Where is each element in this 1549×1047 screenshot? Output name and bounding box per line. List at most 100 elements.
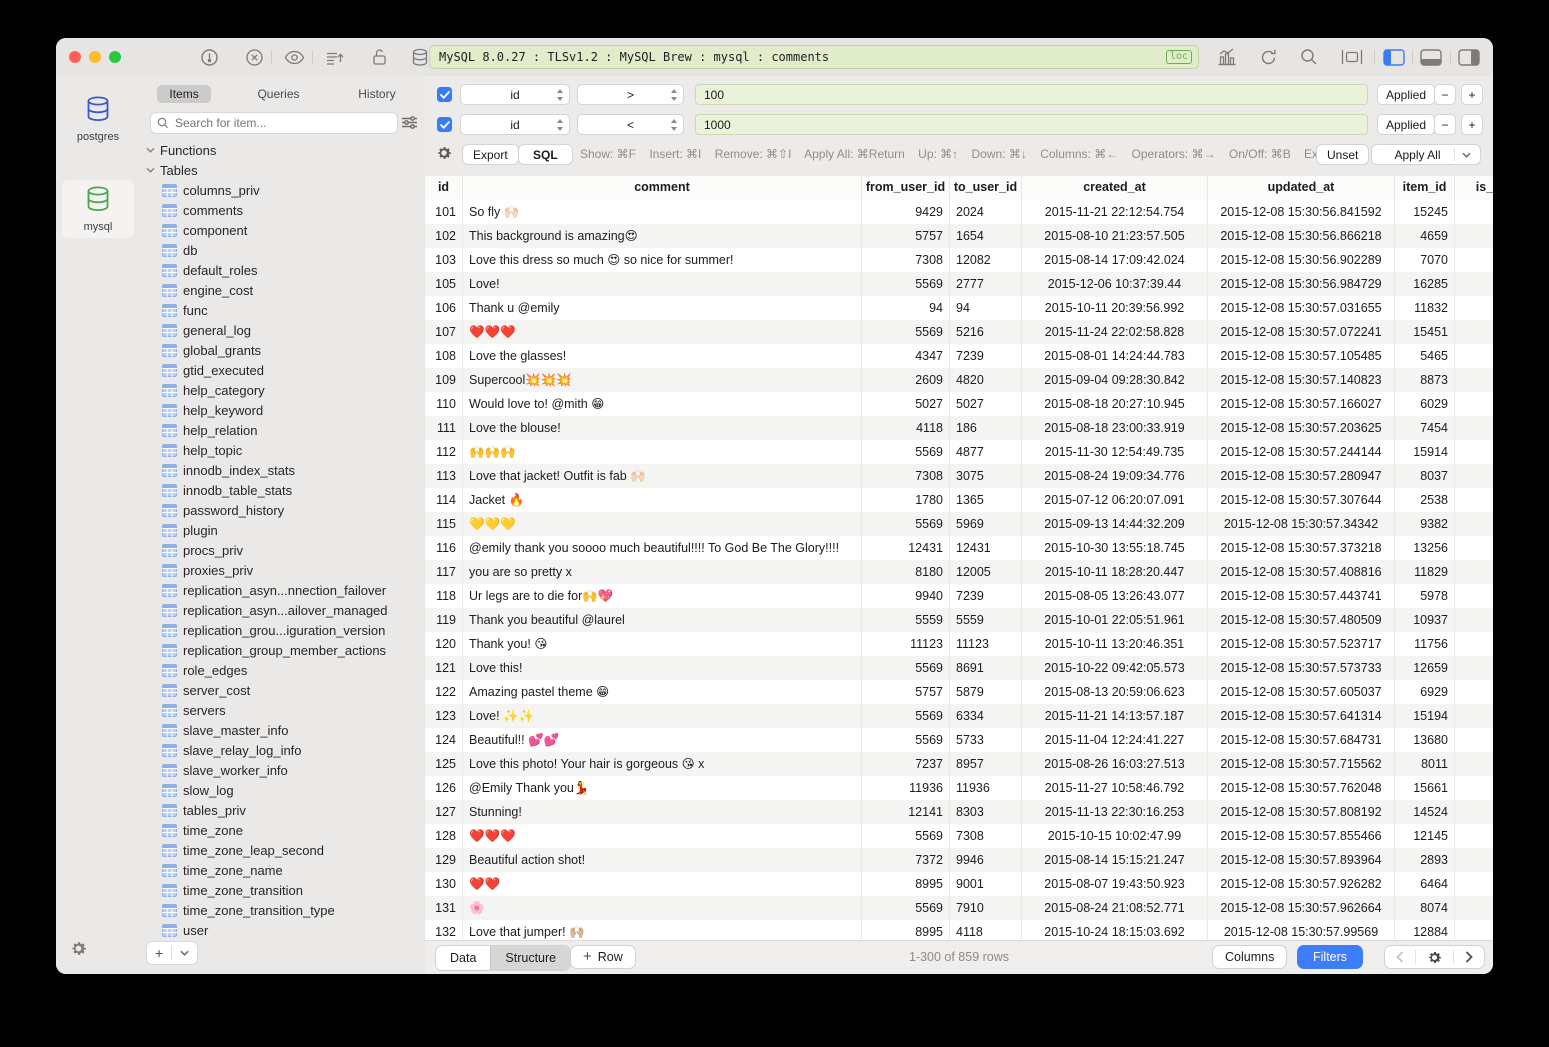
connection-postgres[interactable]: postgres — [62, 90, 134, 148]
table-row[interactable]: 129Beautiful action shot!737299462015-08… — [425, 848, 1493, 872]
filter-column-select[interactable]: id — [460, 84, 570, 105]
sidebar-table-item[interactable]: replication_grou...iguration_version — [140, 620, 425, 640]
minimize-window-button[interactable] — [89, 51, 101, 63]
filter-settings-gear-icon[interactable] — [436, 145, 452, 166]
table-row[interactable]: 130❤️❤️899590012015-08-07 19:43:50.92320… — [425, 872, 1493, 896]
table-row[interactable]: 114Jacket 🔥178013652015-07-12 06:20:07.0… — [425, 488, 1493, 512]
toggle-bottom-panel-icon[interactable] — [1420, 46, 1442, 68]
database-icon[interactable] — [409, 46, 431, 68]
table-row[interactable]: 109Supercool💥💥💥260948202015-09-04 09:28:… — [425, 368, 1493, 392]
sidebar-table-item[interactable]: help_relation — [140, 420, 425, 440]
filter-applied-button[interactable]: Applied — [1377, 114, 1435, 135]
table-row[interactable]: 132Love that jumper! 🙌🏼899541182015-10-2… — [425, 920, 1493, 941]
column-header[interactable]: is_ — [1455, 176, 1493, 200]
column-header[interactable]: id — [425, 176, 463, 200]
sidebar-table-item[interactable]: db — [140, 240, 425, 260]
sidebar-table-item[interactable]: help_keyword — [140, 400, 425, 420]
sidebar-table-item[interactable]: time_zone_transition — [140, 880, 425, 900]
remove-filter-button[interactable]: − — [1434, 84, 1456, 105]
chart-icon[interactable] — [1216, 46, 1238, 68]
table-row[interactable]: 120Thank you! 😘11123111232015-10-11 13:2… — [425, 632, 1493, 656]
filter-enabled-checkbox[interactable] — [437, 117, 452, 132]
column-header[interactable]: to_user_id — [950, 176, 1022, 200]
table-row[interactable]: 108Love the glasses!434772392015-08-01 1… — [425, 344, 1493, 368]
sidebar-table-item[interactable]: replication_asyn...nnection_failover — [140, 580, 425, 600]
sidebar-table-item[interactable]: user — [140, 920, 425, 940]
filter-operator-select[interactable]: > — [577, 84, 684, 105]
sidebar-table-item[interactable]: servers — [140, 700, 425, 720]
log-list-icon[interactable] — [323, 46, 345, 68]
refresh-icon[interactable] — [1257, 46, 1279, 68]
sidebar-table-item[interactable]: component — [140, 220, 425, 240]
connect-icon[interactable] — [198, 46, 220, 68]
table-row[interactable]: 128❤️❤️❤️556973082015-10-15 10:02:47.992… — [425, 824, 1493, 848]
sidebar-table-item[interactable]: time_zone_transition_type — [140, 900, 425, 920]
sidebar-table-item[interactable]: replication_group_member_actions — [140, 640, 425, 660]
disconnect-icon[interactable] — [243, 46, 265, 68]
tree-group-functions[interactable]: Functions — [140, 140, 425, 160]
add-item-menu-button[interactable] — [172, 950, 197, 956]
preview-eye-icon[interactable] — [283, 46, 305, 68]
sidebar-table-item[interactable]: help_category — [140, 380, 425, 400]
sidebar-table-item[interactable]: innodb_table_stats — [140, 480, 425, 500]
table-row[interactable]: 131🌸556979102015-08-24 21:08:52.7712015-… — [425, 896, 1493, 920]
sidebar-table-item[interactable]: comments — [140, 200, 425, 220]
table-row[interactable]: 113Love that jacket! Outfit is fab 🙌🏻730… — [425, 464, 1493, 488]
table-row[interactable]: 102This background is amazing😍5757165420… — [425, 224, 1493, 248]
table-row[interactable]: 103Love this dress so much 😍 so nice for… — [425, 248, 1493, 272]
export-button[interactable]: Export — [462, 144, 519, 165]
sidebar-table-item[interactable]: password_history — [140, 500, 425, 520]
page-settings-gear-icon[interactable] — [1416, 950, 1453, 965]
sidebar-table-item[interactable]: help_topic — [140, 440, 425, 460]
table-row[interactable]: 127Stunning!1214183032015-11-13 22:30:16… — [425, 800, 1493, 824]
sidebar-table-item[interactable]: innodb_index_stats — [140, 460, 425, 480]
previous-page-button[interactable] — [1385, 951, 1415, 963]
table-row[interactable]: 105Love!556927772015-12-06 10:37:39.4420… — [425, 272, 1493, 296]
table-row[interactable]: 112🙌🙌🙌556948772015-11-30 12:54:49.735201… — [425, 440, 1493, 464]
filter-value-input[interactable] — [695, 84, 1368, 105]
sidebar-table-item[interactable]: proxies_priv — [140, 560, 425, 580]
table-row[interactable]: 106Thank u @emily94942015-10-11 20:39:56… — [425, 296, 1493, 320]
table-row[interactable]: 126@Emily Thank you💃11936119362015-11-27… — [425, 776, 1493, 800]
sidebar-table-item[interactable]: time_zone_leap_second — [140, 840, 425, 860]
tree-group-tables[interactable]: Tables — [140, 160, 425, 180]
sidebar-table-item[interactable]: slave_relay_log_info — [140, 740, 425, 760]
sidebar-table-item[interactable]: global_grants — [140, 340, 425, 360]
tab-history[interactable]: History — [346, 85, 407, 103]
sidebar-search[interactable] — [150, 112, 398, 134]
sidebar-table-item[interactable]: time_zone — [140, 820, 425, 840]
sidebar-table-item[interactable]: plugin — [140, 520, 425, 540]
zoom-window-button[interactable] — [109, 51, 121, 63]
add-filter-button[interactable]: + — [1461, 114, 1483, 135]
search-input[interactable] — [173, 115, 391, 131]
tab-queries[interactable]: Queries — [245, 85, 311, 103]
column-header[interactable]: created_at — [1022, 176, 1208, 200]
sidebar-table-item[interactable]: role_edges — [140, 660, 425, 680]
table-row[interactable]: 117you are so pretty x8180120052015-10-1… — [425, 560, 1493, 584]
add-filter-button[interactable]: + — [1461, 84, 1483, 105]
table-row[interactable]: 115💛💛💛556959692015-09-13 14:44:32.209201… — [425, 512, 1493, 536]
sidebar-table-item[interactable]: time_zone_name — [140, 860, 425, 880]
tab-items[interactable]: Items — [157, 85, 210, 103]
table-row[interactable]: 123Love! ✨✨556963342015-11-21 14:13:57.1… — [425, 704, 1493, 728]
table-row[interactable]: 124Beautiful!! 💕💕556957332015-11-04 12:2… — [425, 728, 1493, 752]
connection-mysql[interactable]: mysql — [62, 180, 134, 238]
column-header[interactable]: comment — [463, 176, 862, 200]
table-row[interactable]: 101So fly 🙌🏻942920242015-11-21 22:12:54.… — [425, 200, 1493, 224]
sidebar-table-item[interactable]: columns_priv — [140, 180, 425, 200]
add-item-button[interactable]: + — [147, 945, 171, 961]
sidebar-table-item[interactable]: replication_asyn...ailover_managed — [140, 600, 425, 620]
toggle-left-panel-icon[interactable] — [1383, 46, 1405, 68]
sidebar-table-item[interactable]: slow_log — [140, 780, 425, 800]
sidebar-table-item[interactable]: func — [140, 300, 425, 320]
filter-enabled-checkbox[interactable] — [437, 87, 452, 102]
sidebar-table-item[interactable]: general_log — [140, 320, 425, 340]
close-window-button[interactable] — [69, 51, 81, 63]
table-row[interactable]: 122Amazing pastel theme 😁575758792015-08… — [425, 680, 1493, 704]
filter-applied-button[interactable]: Applied — [1377, 84, 1435, 105]
table-row[interactable]: 110Would love to! @mith 😁502750272015-08… — [425, 392, 1493, 416]
lock-icon[interactable] — [368, 46, 390, 68]
sidebar-table-item[interactable]: server_cost — [140, 680, 425, 700]
apply-all-button[interactable]: Apply All — [1371, 144, 1481, 165]
sidebar-table-item[interactable]: tables_priv — [140, 800, 425, 820]
